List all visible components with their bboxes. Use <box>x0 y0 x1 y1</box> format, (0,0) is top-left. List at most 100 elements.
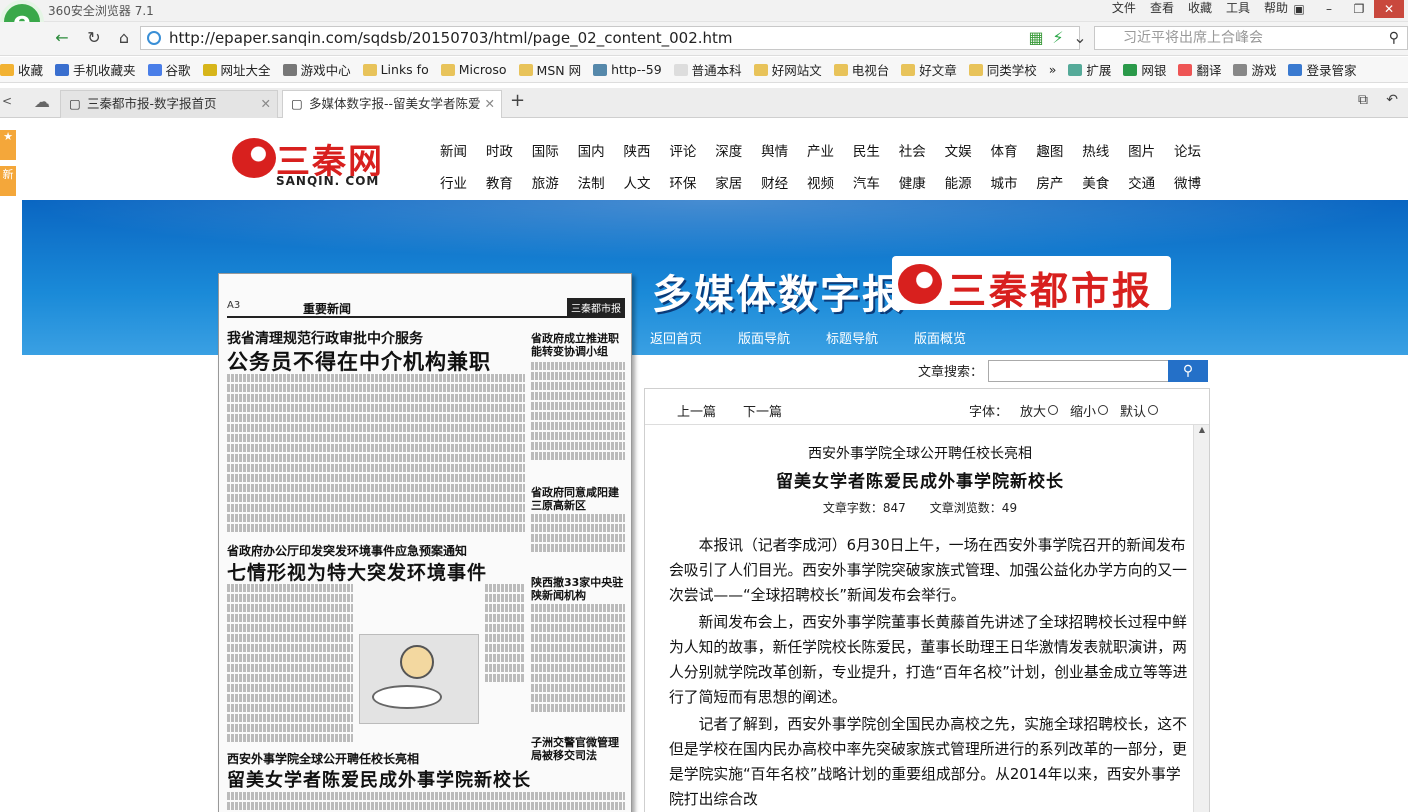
nav-link[interactable]: 新闻 <box>440 140 486 172</box>
nav-link[interactable]: 图片 <box>1128 140 1174 172</box>
nav-back-home[interactable]: 返回首页 <box>650 328 702 347</box>
home-icon[interactable]: ⌂ <box>112 27 136 49</box>
sidebar-toggle-icon[interactable]: < <box>2 94 12 108</box>
np-headline2[interactable]: 七情形视为特大突发环境事件 <box>227 558 487 585</box>
sanqin-logo[interactable]: 三秦网 SANQIN. COM <box>232 134 392 190</box>
np-headline3-sub[interactable]: 西安外事学院全球公开聘任校长亮相 <box>227 750 419 767</box>
bookmark-item[interactable]: http--59 <box>593 62 662 77</box>
menu-favorites[interactable]: 收藏 <box>1188 0 1212 18</box>
more-bookmarks-icon[interactable]: » <box>1049 62 1057 77</box>
article-panel: 上一篇 下一篇 字体： 放大 缩小 默认 ▲ 西安外事学院全球公开聘任校长亮相 … <box>644 388 1210 812</box>
bookmark-item[interactable]: Microso <box>440 62 507 77</box>
nav-link[interactable]: 国际 <box>532 140 578 172</box>
bookmark-item[interactable]: 好网站文 <box>753 60 822 79</box>
chevron-down-icon[interactable]: ⌄ <box>1068 27 1092 49</box>
extension-button[interactable]: 扩展 <box>1068 60 1111 79</box>
article-toolbar: 上一篇 下一篇 字体： 放大 缩小 默认 <box>645 389 1209 425</box>
tab-close-icon[interactable]: ✕ <box>485 91 495 117</box>
bookmark-item[interactable]: 谷歌 <box>147 60 191 79</box>
nav-link[interactable]: 评论 <box>669 140 715 172</box>
menu-view[interactable]: 查看 <box>1150 0 1174 18</box>
article-kicker: 西安外事学院全球公开聘任校长亮相 <box>808 446 1032 462</box>
nav-link[interactable]: 趣图 <box>1036 140 1082 172</box>
nav-link[interactable]: 舆情 <box>761 140 807 172</box>
tab-current-article[interactable]: ▢ 多媒体数字报--留美女学者陈爱 ✕ <box>282 90 502 119</box>
font-bigger-button[interactable]: 放大 <box>1020 401 1059 420</box>
new-tab-icon[interactable]: + <box>510 90 525 111</box>
login-manager-button[interactable]: 登录管家 <box>1288 60 1356 79</box>
close-icon[interactable]: ✕ <box>1374 0 1404 18</box>
np-side-item[interactable]: 省政府成立推进职能转变协调小组 <box>531 332 627 358</box>
np-headline1[interactable]: 公务员不得在中介机构兼职 <box>227 346 491 376</box>
font-default-button[interactable]: 默认 <box>1120 401 1159 420</box>
bookmark-item[interactable]: 电视台 <box>833 60 889 79</box>
lightning-icon[interactable]: ⚡ <box>1046 27 1070 49</box>
bookmark-item[interactable]: 游戏中心 <box>282 60 351 79</box>
grid-icon <box>1068 63 1083 76</box>
news-icon[interactable]: 新 <box>0 166 16 196</box>
menu-tools[interactable]: 工具 <box>1226 0 1250 18</box>
np-side-item[interactable]: 子洲交警官微管理局被移交司法 <box>531 736 627 762</box>
nav-link[interactable]: 国内 <box>578 140 624 172</box>
nav-link[interactable]: 陕西 <box>624 140 670 172</box>
nav-layout[interactable]: 版面导航 <box>738 328 790 347</box>
article-scrollbar[interactable]: ▲ <box>1193 425 1209 812</box>
menu-file[interactable]: 文件 <box>1112 0 1136 18</box>
bookmark-item[interactable]: 手机收藏夹 <box>55 60 136 79</box>
search-button[interactable]: ⚲ <box>1168 360 1208 382</box>
page-icon: ▢ <box>291 96 303 111</box>
np-headline2-sub[interactable]: 省政府办公厅印发突发环境事件应急预案通知 <box>227 542 467 559</box>
bank-button[interactable]: 网银 <box>1123 60 1166 79</box>
game-button[interactable]: 游戏 <box>1233 60 1276 79</box>
nav-overview[interactable]: 版面概览 <box>914 328 966 347</box>
bookmark-item[interactable]: MSN 网 <box>518 60 581 79</box>
bookmark-item[interactable]: Links fo <box>362 62 429 77</box>
tab-list-icon[interactable]: ⧉ <box>1358 92 1368 108</box>
star-icon[interactable]: ★ <box>0 130 16 160</box>
address-toolbar: ← ↻ ⌂ http://epaper.sanqin.com/sqdsb/201… <box>0 22 1408 56</box>
nav-link[interactable]: 时政 <box>486 140 532 172</box>
newspaper-header: A3 重要新闻 三秦都市报 <box>227 298 625 318</box>
bookmark-item[interactable]: 网址大全 <box>202 60 271 79</box>
undo-close-icon[interactable]: ↶ <box>1386 92 1398 108</box>
qr-icon[interactable]: ▦ <box>1024 27 1048 49</box>
bookmarks-bar: 收藏 手机收藏夹 谷歌 网址大全 游戏中心 Links fo Microso M… <box>0 57 1408 83</box>
nav-titles[interactable]: 标题导航 <box>826 328 878 347</box>
scroll-up-icon[interactable]: ▲ <box>1194 425 1209 439</box>
prev-article-link[interactable]: 上一篇 <box>677 401 716 420</box>
star-icon <box>0 63 14 76</box>
translate-button[interactable]: 翻译 <box>1178 60 1221 79</box>
phone-icon <box>55 63 70 76</box>
nav-link[interactable]: 民生 <box>853 140 899 172</box>
tab-sanqin-home[interactable]: ▢ 三秦都市报-数字报首页 ✕ <box>60 90 278 118</box>
article-search-input[interactable] <box>988 360 1170 382</box>
nav-link[interactable]: 产业 <box>807 140 853 172</box>
next-article-link[interactable]: 下一篇 <box>743 401 782 420</box>
newspaper-page-image[interactable]: A3 重要新闻 三秦都市报 我省清理规范行政审批中介服务 公务员不得在中介机构兼… <box>218 273 632 812</box>
nav-link[interactable]: 社会 <box>899 140 945 172</box>
nav-link[interactable]: 论坛 <box>1174 140 1220 172</box>
search-input[interactable]: 习近平将出席上合峰会 ⚲ <box>1094 26 1408 50</box>
font-smaller-button[interactable]: 缩小 <box>1070 401 1109 420</box>
nav-link[interactable]: 深度 <box>715 140 761 172</box>
bookmark-item[interactable]: 收藏 <box>0 60 43 79</box>
np-headline3[interactable]: 留美女学者陈爱民成外事学院新校长 <box>227 766 531 792</box>
nav-link[interactable]: 文娱 <box>945 140 991 172</box>
minimize-icon[interactable]: – <box>1314 0 1344 18</box>
nav-link[interactable]: 热线 <box>1082 140 1128 172</box>
search-icon[interactable]: ⚲ <box>1389 27 1399 49</box>
bookmark-item[interactable]: 同类学校 <box>968 60 1037 79</box>
back-icon[interactable]: ← <box>50 27 74 49</box>
refresh-icon[interactable]: ↻ <box>82 27 106 49</box>
np-side-item[interactable]: 省政府同意咸阳建三原高新区 <box>531 486 627 512</box>
maximize-icon[interactable]: ❐ <box>1344 0 1374 18</box>
skin-icon[interactable]: ▣ <box>1284 0 1314 18</box>
np-side-item[interactable]: 陕西撤33家中央驻陕新闻机构 <box>531 576 627 602</box>
bookmark-item[interactable]: 普通本科 <box>673 60 742 79</box>
np-headline1-sub[interactable]: 我省清理规范行政审批中介服务 <box>227 328 423 348</box>
nav-link[interactable]: 体育 <box>991 140 1037 172</box>
url-input[interactable]: http://epaper.sanqin.com/sqdsb/20150703/… <box>140 26 1080 50</box>
bookmark-item[interactable]: 好文章 <box>901 60 957 79</box>
cloud-icon[interactable]: ☁ <box>34 92 50 111</box>
tab-close-icon[interactable]: ✕ <box>261 91 271 117</box>
